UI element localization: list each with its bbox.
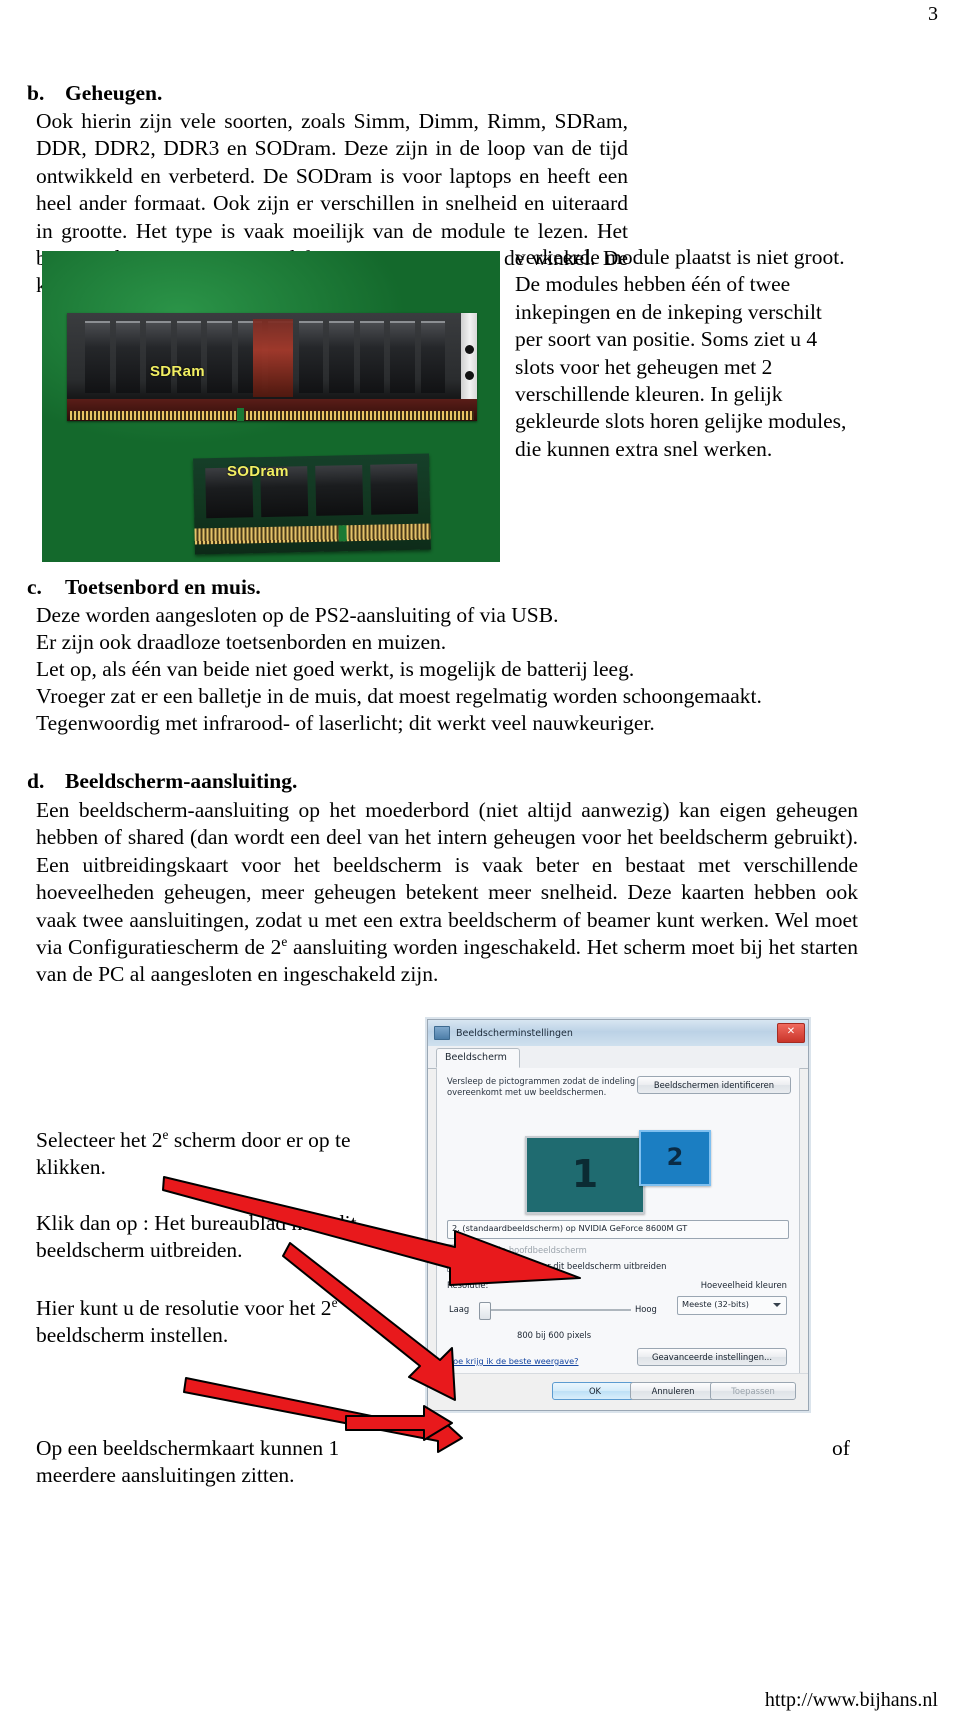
dialog-tabstrip: Beeldscherm bbox=[428, 1046, 808, 1069]
primary-display-checkbox-row[interactable]: Dit is mijn hoofdbeeldscherm bbox=[447, 1244, 587, 1256]
resolution-slider[interactable] bbox=[479, 1302, 631, 1320]
callout-select-second-screen: Selecteer het 2e scherm door er op te kl… bbox=[36, 1127, 396, 1182]
dialog-title: Beeldscherminstellingen bbox=[456, 1027, 573, 1039]
callout-set-resolution: Hier kunt u de resolutie voor het 2e bee… bbox=[36, 1295, 366, 1350]
monitor-1-thumbnail[interactable]: 1 bbox=[525, 1136, 645, 1214]
section-d-marker: d. bbox=[27, 769, 45, 793]
section-b-marker: b. bbox=[27, 81, 45, 105]
section-c-line-4: Tegenwoordig met infrarood- of laserlich… bbox=[36, 711, 655, 735]
sdram-center-traces bbox=[253, 319, 293, 397]
advanced-settings-button[interactable]: Geavanceerde instellingen... bbox=[637, 1348, 787, 1366]
dialog-panel: Versleep de pictogrammen zodat de indeli… bbox=[436, 1068, 800, 1374]
section-d-heading: Beeldscherm-aansluiting. bbox=[65, 769, 298, 793]
dialog-body: Beeldscherm Versleep de pictogrammen zod… bbox=[428, 1046, 808, 1410]
dialog-footer: OK Annuleren Toepassen bbox=[428, 1373, 808, 1410]
dialog-titlebar: Beeldscherminstellingen ✕ bbox=[428, 1020, 808, 1047]
section-c-line-1: Er zijn ook draadloze toetsenborden en m… bbox=[36, 630, 447, 654]
chevron-down-icon[interactable] bbox=[773, 1303, 781, 1307]
best-display-link[interactable]: Hoe krijg ik de beste weergave? bbox=[447, 1356, 579, 1366]
cancel-button[interactable]: Annuleren bbox=[630, 1382, 716, 1400]
apply-button[interactable]: Toepassen bbox=[710, 1382, 796, 1400]
colors-label: Hoeveelheid kleuren bbox=[700, 1280, 787, 1290]
sdram-dimm-module bbox=[67, 313, 477, 421]
callout-videocard-connectors-trailing: of bbox=[832, 1436, 850, 1460]
sdram-notch bbox=[237, 408, 244, 421]
color-depth-select[interactable]: Meeste (32-bits) bbox=[677, 1296, 787, 1315]
callout3-part1: Hier kunt u de resolutie voor het 2 bbox=[36, 1296, 332, 1320]
identify-displays-button[interactable]: Beeldschermen identificeren bbox=[637, 1076, 791, 1094]
checkbox-icon[interactable] bbox=[447, 1244, 459, 1256]
monitor-arrangement[interactable]: 1 2 bbox=[525, 1124, 735, 1214]
callout3-part2: beeldscherm instellen. bbox=[36, 1323, 229, 1348]
section-c-line-2: Let op, als één van beide niet goed werk… bbox=[36, 657, 635, 681]
extend-desktop-checkbox-row[interactable]: Het bureaublad naar dit beeldscherm uitb… bbox=[447, 1260, 666, 1272]
display-icon bbox=[434, 1026, 450, 1040]
section-c-line-0: Deze worden aangesloten op de PS2-aanslu… bbox=[36, 603, 559, 627]
sdram-pcb-edge bbox=[67, 399, 477, 421]
section-b-body-right: verkeerde module plaatst is niet groot. … bbox=[515, 245, 847, 461]
callout-videocard-connectors: Op een beeldschermkaart kunnen 1 meerder… bbox=[36, 1436, 340, 1488]
slider-handle[interactable] bbox=[479, 1302, 491, 1320]
resolution-label: Resolutie: bbox=[447, 1280, 489, 1290]
document-page: 3 b. Geheugen. Ook hierin zijn vele soor… bbox=[0, 0, 960, 1722]
callout-extend-desktop: Klik dan op : Het bureaublad naar dit be… bbox=[36, 1211, 357, 1263]
extend-desktop-label: Het bureaublad naar dit beeldscherm uitb… bbox=[464, 1261, 667, 1271]
section-c-marker: c. bbox=[27, 575, 42, 599]
display-device-select[interactable]: 2. (standaardbeeldscherm) op NVIDIA GeFo… bbox=[447, 1220, 789, 1239]
section-c-heading: Toetsenbord en muis. bbox=[65, 575, 261, 599]
ok-button[interactable]: OK bbox=[552, 1382, 638, 1400]
section-c-line-3: Vroeger zat er een balletje in de muis, … bbox=[36, 684, 762, 708]
display-settings-dialog[interactable]: Beeldscherminstellingen ✕ Beeldscherm Ve… bbox=[427, 1019, 809, 1411]
section-b-heading: Geheugen. bbox=[65, 81, 163, 105]
checkbox-icon[interactable] bbox=[447, 1260, 459, 1272]
callout3-sup: e bbox=[331, 1294, 338, 1310]
sdram-contacts bbox=[70, 411, 474, 420]
callout1-part1: Selecteer het 2 bbox=[36, 1128, 163, 1152]
sodram-contacts bbox=[194, 523, 431, 545]
close-icon[interactable]: ✕ bbox=[777, 1023, 805, 1043]
resolution-high-label: Hoog bbox=[635, 1304, 657, 1314]
primary-display-label: Dit is mijn hoofdbeeldscherm bbox=[464, 1245, 587, 1255]
footer-url: http://www.bijhans.nl bbox=[764, 1689, 938, 1711]
section-d-body: Een beeldscherm-aansluiting op het moede… bbox=[36, 797, 858, 989]
photo-label-sdram: SDRam bbox=[150, 363, 205, 380]
monitor-2-thumbnail[interactable]: 2 bbox=[639, 1130, 711, 1186]
sodram-notch bbox=[338, 525, 347, 542]
resolution-value: 800 bij 600 pixels bbox=[517, 1330, 592, 1340]
page-number: 3 bbox=[928, 3, 938, 25]
color-depth-value: Meeste (32-bits) bbox=[682, 1299, 749, 1309]
memory-modules-photo: SDRam SODram bbox=[42, 251, 500, 562]
tab-beeldscherm[interactable]: Beeldscherm bbox=[436, 1048, 520, 1068]
photo-label-sodram: SODram bbox=[227, 463, 289, 480]
dialog-hint-text: Versleep de pictogrammen zodat de indeli… bbox=[447, 1076, 636, 1097]
resolution-low-label: Laag bbox=[449, 1304, 470, 1314]
